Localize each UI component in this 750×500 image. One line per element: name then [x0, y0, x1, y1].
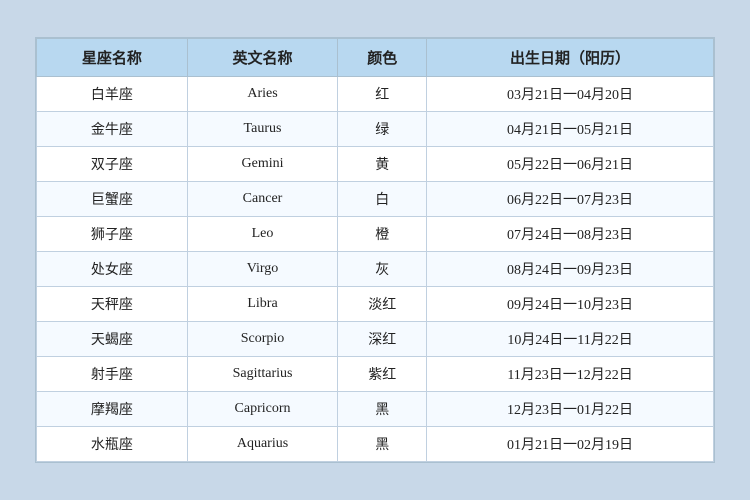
- table-row: 天秤座Libra淡红09月24日一10月23日: [37, 287, 714, 322]
- table-header-row: 星座名称 英文名称 颜色 出生日期（阳历）: [37, 39, 714, 77]
- cell-chinese-name: 金牛座: [37, 112, 188, 147]
- cell-dates: 06月22日一07月23日: [427, 182, 714, 217]
- cell-dates: 04月21日一05月21日: [427, 112, 714, 147]
- cell-chinese-name: 天蝎座: [37, 322, 188, 357]
- cell-english-name: Scorpio: [187, 322, 338, 357]
- cell-english-name: Aquarius: [187, 427, 338, 462]
- cell-chinese-name: 巨蟹座: [37, 182, 188, 217]
- cell-chinese-name: 天秤座: [37, 287, 188, 322]
- cell-dates: 09月24日一10月23日: [427, 287, 714, 322]
- cell-color: 淡红: [338, 287, 427, 322]
- cell-dates: 08月24日一09月23日: [427, 252, 714, 287]
- table-row: 天蝎座Scorpio深红10月24日一11月22日: [37, 322, 714, 357]
- cell-chinese-name: 处女座: [37, 252, 188, 287]
- table-row: 摩羯座Capricorn黑12月23日一01月22日: [37, 392, 714, 427]
- zodiac-table: 星座名称 英文名称 颜色 出生日期（阳历） 白羊座Aries红03月21日一04…: [36, 38, 714, 462]
- zodiac-table-container: 星座名称 英文名称 颜色 出生日期（阳历） 白羊座Aries红03月21日一04…: [35, 37, 715, 463]
- cell-color: 橙: [338, 217, 427, 252]
- cell-dates: 01月21日一02月19日: [427, 427, 714, 462]
- cell-color: 黑: [338, 427, 427, 462]
- cell-dates: 12月23日一01月22日: [427, 392, 714, 427]
- cell-english-name: Capricorn: [187, 392, 338, 427]
- table-body: 白羊座Aries红03月21日一04月20日金牛座Taurus绿04月21日一0…: [37, 77, 714, 462]
- cell-chinese-name: 白羊座: [37, 77, 188, 112]
- cell-dates: 03月21日一04月20日: [427, 77, 714, 112]
- cell-english-name: Libra: [187, 287, 338, 322]
- cell-color: 黑: [338, 392, 427, 427]
- cell-english-name: Leo: [187, 217, 338, 252]
- cell-color: 黄: [338, 147, 427, 182]
- table-row: 处女座Virgo灰08月24日一09月23日: [37, 252, 714, 287]
- cell-english-name: Cancer: [187, 182, 338, 217]
- table-row: 巨蟹座Cancer白06月22日一07月23日: [37, 182, 714, 217]
- header-chinese-name: 星座名称: [37, 39, 188, 77]
- cell-english-name: Sagittarius: [187, 357, 338, 392]
- table-row: 水瓶座Aquarius黑01月21日一02月19日: [37, 427, 714, 462]
- cell-chinese-name: 摩羯座: [37, 392, 188, 427]
- table-row: 射手座Sagittarius紫红11月23日一12月22日: [37, 357, 714, 392]
- header-color: 颜色: [338, 39, 427, 77]
- header-english-name: 英文名称: [187, 39, 338, 77]
- cell-chinese-name: 水瓶座: [37, 427, 188, 462]
- cell-english-name: Gemini: [187, 147, 338, 182]
- cell-english-name: Taurus: [187, 112, 338, 147]
- cell-chinese-name: 双子座: [37, 147, 188, 182]
- cell-dates: 11月23日一12月22日: [427, 357, 714, 392]
- cell-chinese-name: 射手座: [37, 357, 188, 392]
- cell-dates: 10月24日一11月22日: [427, 322, 714, 357]
- cell-color: 深红: [338, 322, 427, 357]
- cell-color: 灰: [338, 252, 427, 287]
- table-row: 金牛座Taurus绿04月21日一05月21日: [37, 112, 714, 147]
- cell-color: 绿: [338, 112, 427, 147]
- table-row: 双子座Gemini黄05月22日一06月21日: [37, 147, 714, 182]
- cell-dates: 05月22日一06月21日: [427, 147, 714, 182]
- cell-color: 紫红: [338, 357, 427, 392]
- cell-color: 白: [338, 182, 427, 217]
- cell-chinese-name: 狮子座: [37, 217, 188, 252]
- cell-english-name: Virgo: [187, 252, 338, 287]
- cell-english-name: Aries: [187, 77, 338, 112]
- table-row: 白羊座Aries红03月21日一04月20日: [37, 77, 714, 112]
- cell-dates: 07月24日一08月23日: [427, 217, 714, 252]
- cell-color: 红: [338, 77, 427, 112]
- header-dates: 出生日期（阳历）: [427, 39, 714, 77]
- table-row: 狮子座Leo橙07月24日一08月23日: [37, 217, 714, 252]
